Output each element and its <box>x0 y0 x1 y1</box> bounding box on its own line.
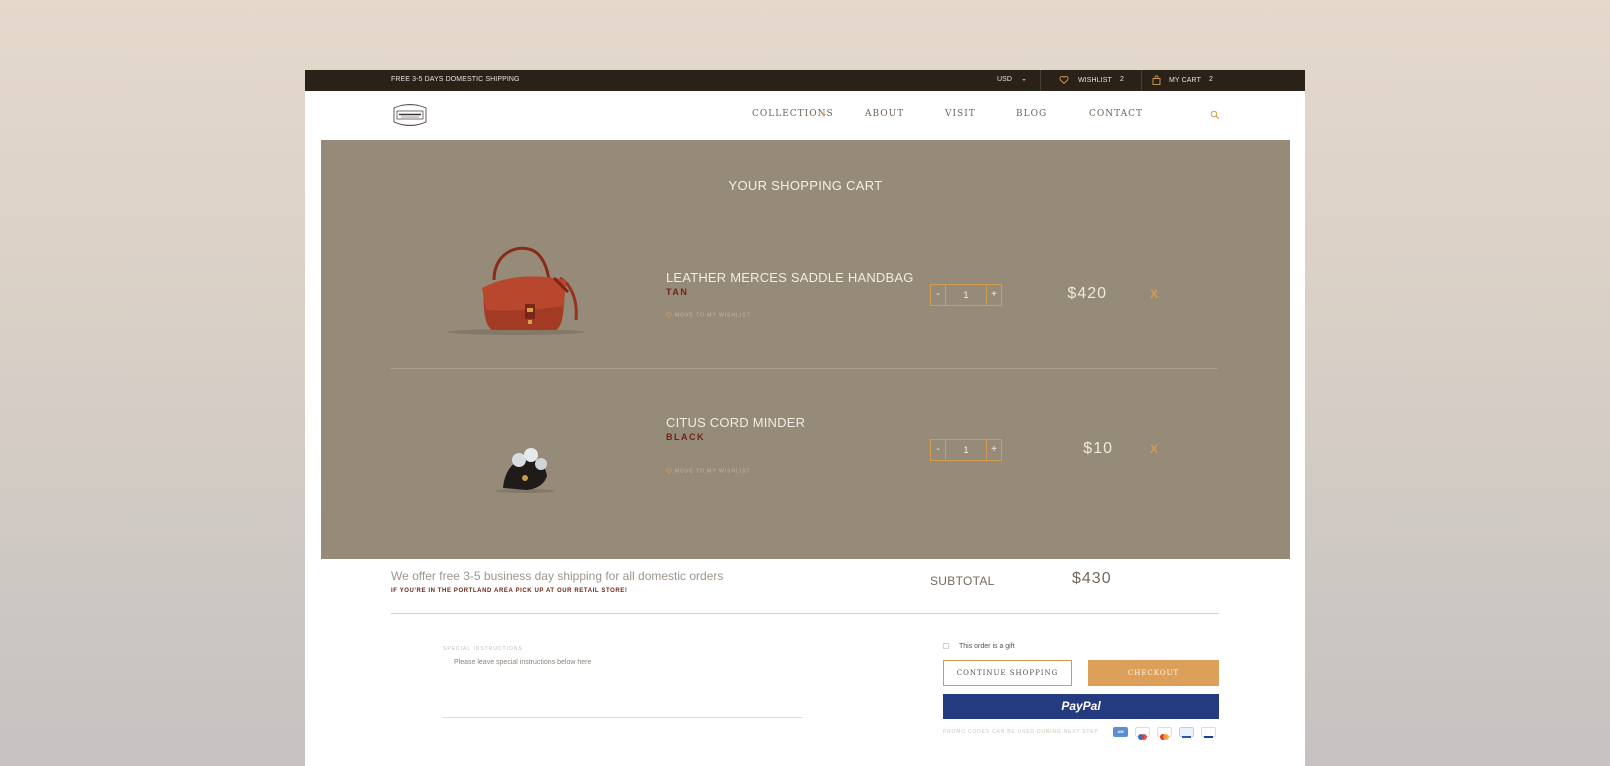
paypal-card-icon <box>1179 727 1194 738</box>
bag-icon[interactable] <box>1152 75 1161 85</box>
move-to-wishlist-link[interactable]: MOVE TO MY WISHLIST <box>666 312 751 318</box>
increase-button[interactable]: + <box>986 285 1001 305</box>
promo-note: PROMO CODES CAN BE USED DURING NEXT STEP <box>943 729 1099 735</box>
wishlist-link-label[interactable]: MOVE TO MY WISHLIST <box>675 312 751 318</box>
currency-selector[interactable]: USD <box>997 76 1012 83</box>
row-divider <box>390 368 1218 369</box>
product-name[interactable]: CITUS CORD MINDER <box>666 415 805 430</box>
quantity-input[interactable] <box>946 285 986 305</box>
pickup-note: IF YOU'RE IN THE PORTLAND AREA PICK UP A… <box>391 588 628 594</box>
wishlist-link-label[interactable]: MOVE TO MY WISHLIST <box>675 468 751 474</box>
decrease-button[interactable]: - <box>931 440 946 460</box>
cart-count: 2 <box>1209 76 1213 83</box>
product-color: TAN <box>666 287 689 297</box>
nav-blog[interactable]: BLOG <box>1016 109 1047 119</box>
product-name[interactable]: LEATHER MERCES SADDLE HANDBAG <box>666 270 914 285</box>
remove-item-button[interactable]: X <box>1150 442 1158 456</box>
product-image-cord-minder[interactable] <box>491 442 566 497</box>
subtotal-label: SUBTOTAL <box>930 574 995 588</box>
paypal-button[interactable]: PayPal <box>943 694 1219 719</box>
divider <box>1141 70 1142 91</box>
increase-button[interactable]: + <box>986 440 1001 460</box>
search-icon[interactable] <box>1210 110 1220 120</box>
cart-panel: YOUR SHOPPING CART LEATHER MERCES SADDLE… <box>321 140 1290 559</box>
nav-visit[interactable]: VISIT <box>945 109 976 119</box>
visa-card-icon <box>1201 727 1216 738</box>
top-bar: FREE 3-5 DAYS DOMESTIC SHIPPING USD WISH… <box>305 70 1305 91</box>
item-price: $10 <box>1083 440 1113 457</box>
shipping-offer-text: We offer free 3-5 business day shipping … <box>391 569 724 583</box>
continue-shopping-button[interactable]: CONTINUE SHOPPING <box>943 660 1072 686</box>
brand-logo[interactable] <box>390 100 430 130</box>
wishlist-count: 2 <box>1120 76 1124 83</box>
item-price: $420 <box>1067 285 1107 302</box>
product-color: BLACK <box>666 432 705 442</box>
gift-checkbox[interactable] <box>943 643 949 649</box>
product-image-handbag[interactable] <box>446 240 601 340</box>
quantity-stepper[interactable]: - + <box>930 284 1002 306</box>
heart-icon <box>666 468 672 474</box>
shipping-notice: FREE 3-5 DAYS DOMESTIC SHIPPING <box>391 76 520 83</box>
cart-title: YOUR SHOPPING CART <box>728 178 883 193</box>
special-instructions-input[interactable] <box>443 656 803 718</box>
maestro-card-icon <box>1135 727 1150 740</box>
heart-icon[interactable] <box>1059 75 1069 85</box>
checkout-button[interactable]: CHECKOUT <box>1088 660 1219 686</box>
currency-caret-icon[interactable] <box>1022 79 1026 81</box>
move-to-wishlist-link[interactable]: MOVE TO MY WISHLIST <box>666 468 751 474</box>
nav-contact[interactable]: CONTACT <box>1089 109 1143 119</box>
special-instructions-label: SPECIAL INSTRUCTIONS <box>443 646 523 652</box>
heart-icon <box>666 312 672 318</box>
cart-link[interactable]: MY CART <box>1169 77 1201 84</box>
quantity-input[interactable] <box>946 440 986 460</box>
quantity-stepper[interactable]: - + <box>930 439 1002 461</box>
mastercard-card-icon <box>1157 727 1172 740</box>
wishlist-link[interactable]: WISHLIST <box>1078 77 1112 84</box>
collections-caret-icon[interactable] <box>822 114 826 117</box>
remove-item-button[interactable]: X <box>1150 287 1158 301</box>
summary-divider <box>391 613 1219 614</box>
gift-checkbox-label[interactable]: This order is a gift <box>959 643 1015 650</box>
nav-about[interactable]: ABOUT <box>865 109 904 119</box>
store-page: FREE 3-5 DAYS DOMESTIC SHIPPING USD WISH… <box>305 70 1305 766</box>
subtotal-value: $430 <box>1072 570 1112 587</box>
amex-card-icon: AM <box>1113 727 1128 737</box>
decrease-button[interactable]: - <box>931 285 946 305</box>
divider <box>1040 70 1041 91</box>
